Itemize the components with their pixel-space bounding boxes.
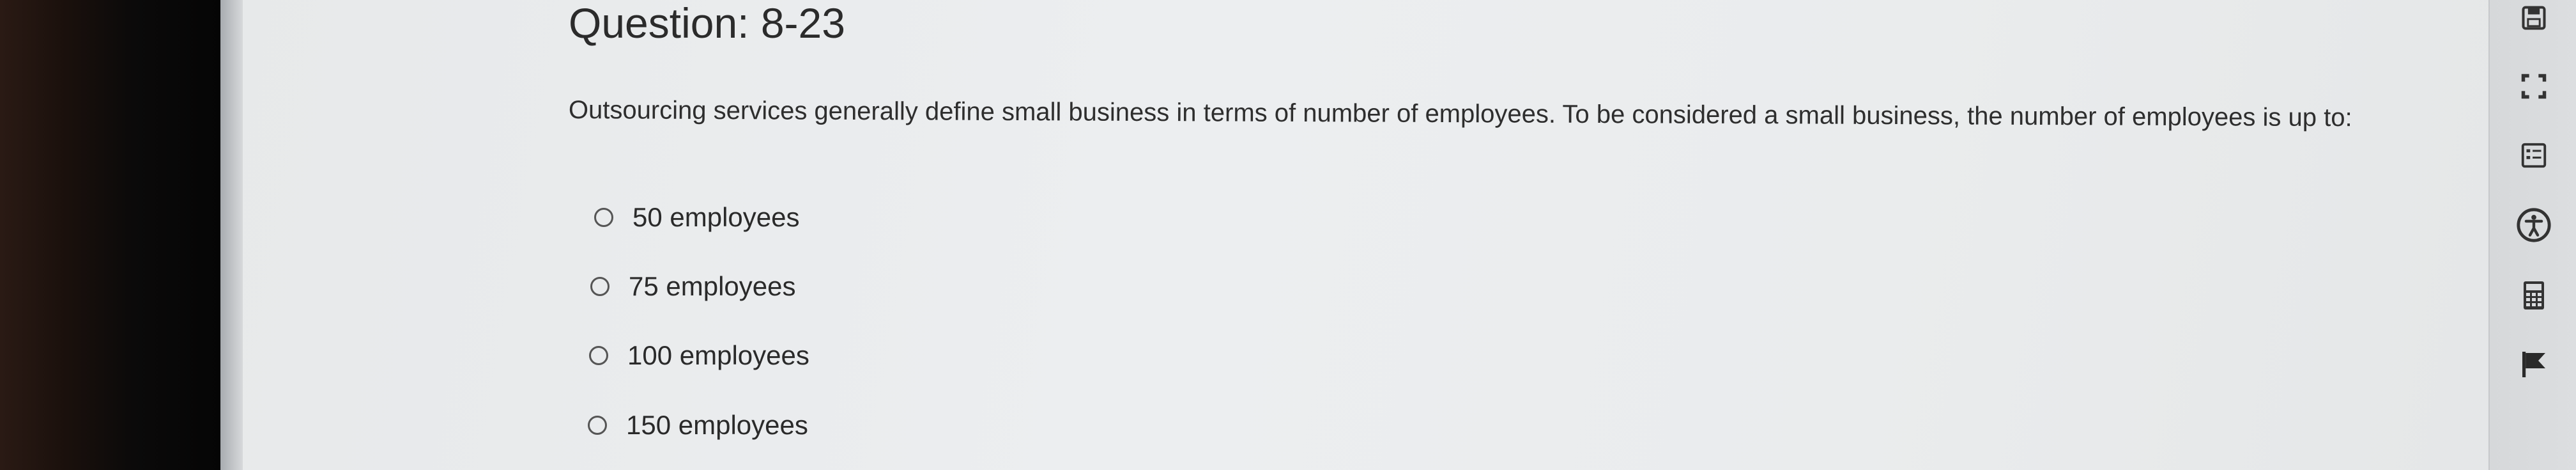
question-screen bbox=[220, 0, 2576, 470]
fullscreen-icon bbox=[2521, 74, 2546, 99]
answer-option-50[interactable]: 50 employees bbox=[594, 198, 800, 237]
right-toolbar bbox=[2488, 0, 2576, 470]
radio-button[interactable] bbox=[588, 416, 607, 435]
answer-option-100[interactable]: 100 employees bbox=[589, 336, 809, 375]
answer-option-150[interactable]: 150 employees bbox=[588, 406, 808, 444]
option-label: 100 employees bbox=[627, 340, 809, 370]
screen-edge bbox=[220, 0, 243, 470]
save-icon bbox=[2521, 6, 2546, 30]
answer-option-75[interactable]: 75 employees bbox=[590, 267, 796, 306]
option-label: 75 employees bbox=[629, 271, 796, 301]
radio-button[interactable] bbox=[589, 346, 608, 365]
fullscreen-button[interactable] bbox=[2490, 61, 2576, 112]
calculator-button[interactable] bbox=[2490, 270, 2576, 321]
radio-button[interactable] bbox=[590, 277, 610, 296]
notes-icon bbox=[2521, 143, 2546, 168]
accessibility-button[interactable] bbox=[2490, 200, 2576, 251]
flag-button[interactable] bbox=[2490, 339, 2576, 390]
photo-frame: Question: 8-23 Outsourcing services gene… bbox=[0, 0, 2576, 470]
accessibility-icon bbox=[2516, 208, 2551, 242]
save-button[interactable] bbox=[2490, 0, 2576, 43]
flag-icon bbox=[2522, 352, 2545, 377]
option-label: 50 employees bbox=[632, 202, 800, 232]
notes-button[interactable] bbox=[2490, 130, 2576, 181]
radio-button[interactable] bbox=[594, 208, 613, 227]
question-title: Question: 8-23 bbox=[569, 0, 845, 47]
option-label: 150 employees bbox=[626, 410, 808, 440]
monitor-bezel bbox=[0, 0, 220, 470]
calculator-icon bbox=[2523, 281, 2544, 309]
